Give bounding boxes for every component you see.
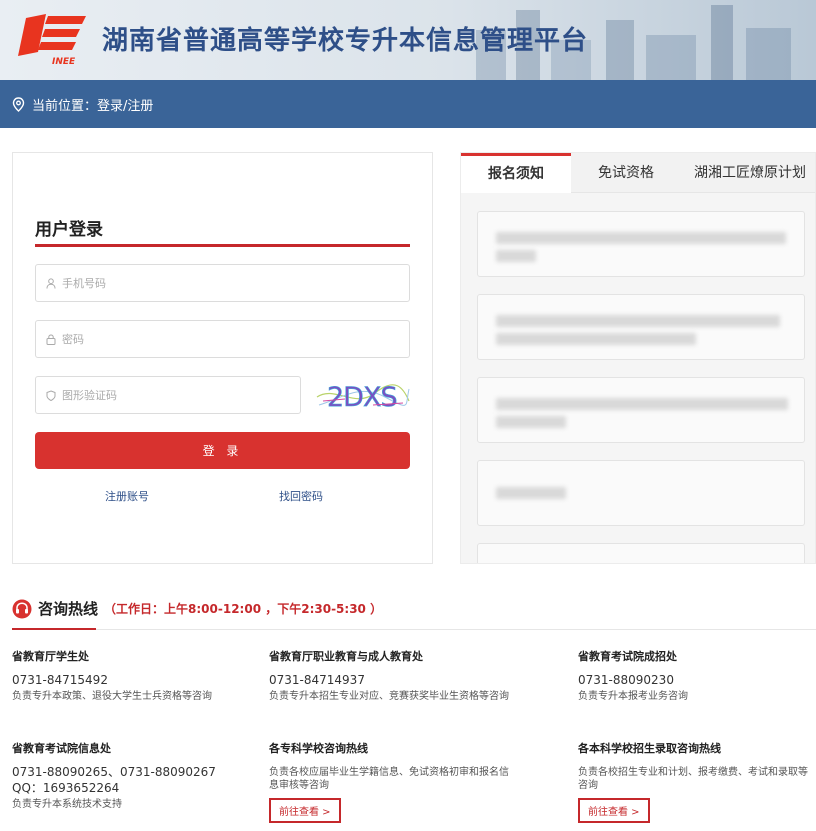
tab-craftsman-plan[interactable]: 湖湘工匠燎原计划: [683, 153, 815, 193]
contact-exam-admissions: 省教育考试院成招处 0731-88090230 负责专升本报考业务咨询: [578, 650, 688, 702]
login-panel: 用户登录 2DXS 登 录 注册账号 找回密码: [12, 152, 433, 564]
headset-icon: [12, 599, 32, 618]
site-title: 湖南省普通高等学校专升本信息管理平台: [102, 26, 589, 56]
notice-panel: 报名须知 免试资格 湖湘工匠燎原计划: [460, 152, 816, 564]
location-pin-icon: [12, 96, 25, 112]
contact-university-hotlines: 各本科学校招生录取咨询热线 负责各校招生专业和计划、报考缴费、考试和录取等咨询 …: [578, 740, 808, 823]
password-field[interactable]: [35, 320, 410, 358]
phone-input[interactable]: [62, 276, 389, 290]
notice-card[interactable]: [477, 211, 805, 277]
tab-exemption[interactable]: 免试资格: [571, 153, 681, 193]
notice-card[interactable]: [477, 294, 805, 360]
hotline-underline: [12, 628, 96, 630]
tab-bar: 报名须知 免试资格 湖湘工匠燎原计划: [461, 153, 815, 193]
password-input[interactable]: [62, 332, 389, 346]
location-bar: 当前位置：登录/注册: [0, 80, 816, 128]
hotline-title: 咨询热线: [38, 600, 99, 618]
user-icon: [46, 277, 56, 289]
captcha-input[interactable]: [62, 388, 291, 402]
site-header: INEE 湖南省普通高等学校专升本信息管理平台: [0, 0, 816, 80]
hotline-hours: （工作日：上午8:00-12:00 ，下午2:30-5:30 ）: [104, 602, 383, 616]
hotline-header: 咨询热线 （工作日：上午8:00-12:00 ，下午2:30-5:30 ）: [12, 598, 382, 619]
captcha-text: 2DXS: [327, 382, 397, 413]
contact-vocational-education: 省教育厅职业教育与成人教育处 0731-84714937 负责专升本招生专业对应…: [269, 650, 509, 702]
divider: [96, 629, 816, 630]
contact-exam-info: 省教育考试院信息处 0731-88090265、0731-88090267 QQ…: [12, 742, 216, 810]
login-title-underline: [35, 244, 410, 247]
notice-card[interactable]: [477, 543, 805, 563]
logo-icon: INEE: [18, 14, 86, 67]
phone-field[interactable]: [35, 264, 410, 302]
captcha-field[interactable]: [35, 376, 301, 414]
svg-text:INEE: INEE: [52, 57, 76, 67]
notice-card[interactable]: [477, 377, 805, 443]
contact-college-hotlines: 各专科学校咨询热线 负责各校应届毕业生学籍信息、免试资格初审和报名信息审核等咨询…: [269, 740, 509, 823]
shield-icon: [46, 389, 56, 401]
register-link[interactable]: 注册账号: [105, 488, 149, 504]
recover-password-link[interactable]: 找回密码: [279, 488, 323, 504]
login-button[interactable]: 登 录: [35, 432, 410, 469]
notice-card[interactable]: [477, 460, 805, 526]
contact-student-affairs: 省教育厅学生处 0731-84715492 负责专升本政策、退役大学生士兵资格等…: [12, 650, 212, 702]
view-university-hotlines-link[interactable]: 前往查看 >: [578, 798, 650, 823]
lock-icon: [46, 333, 56, 345]
tab-registration-notice[interactable]: 报名须知: [461, 153, 571, 193]
breadcrumb: 当前位置：登录/注册: [32, 98, 154, 114]
login-title: 用户登录: [35, 220, 103, 240]
view-college-hotlines-link[interactable]: 前往查看 >: [269, 798, 341, 823]
captcha-image[interactable]: 2DXS: [315, 375, 411, 415]
